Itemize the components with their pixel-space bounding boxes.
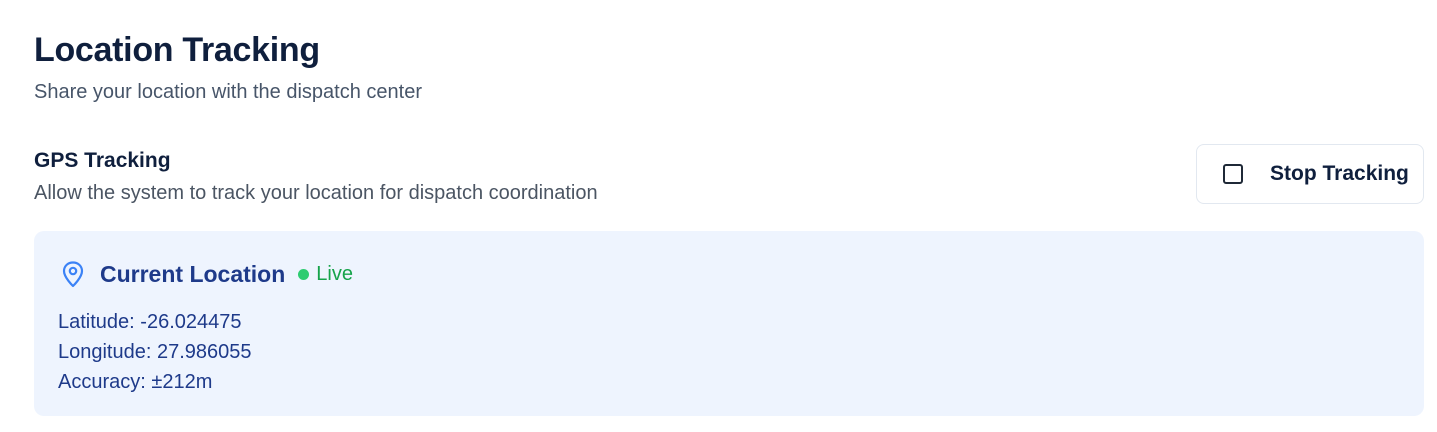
page-title: Location Tracking — [34, 31, 320, 69]
live-status-dot — [298, 268, 310, 280]
stop-tracking-button[interactable]: Stop Tracking — [1196, 144, 1424, 204]
location-tracking-page: Location Tracking Share your location wi… — [0, 0, 1437, 432]
location-card-header: Current Location Live — [60, 259, 353, 289]
current-location-title: Current Location — [100, 261, 286, 287]
page-subtitle: Share your location with the dispatch ce… — [34, 81, 422, 103]
map-pin-icon — [60, 259, 86, 289]
checkbox-icon — [1223, 164, 1243, 184]
latitude-value: Latitude: -26.024475 — [58, 311, 242, 333]
gps-tracking-description: Allow the system to track your location … — [34, 182, 598, 204]
longitude-value: Longitude: 27.986055 — [58, 341, 252, 363]
live-status-label: Live — [316, 263, 353, 285]
accuracy-value: Accuracy: ±212m — [58, 371, 213, 393]
current-location-card: Current Location Live Latitude: -26.0244… — [34, 231, 1424, 416]
stop-tracking-label: Stop Tracking — [1270, 162, 1409, 185]
coordinates-list: Latitude: -26.024475 Longitude: 27.98605… — [58, 307, 252, 397]
gps-tracking-title: GPS Tracking — [34, 149, 171, 172]
